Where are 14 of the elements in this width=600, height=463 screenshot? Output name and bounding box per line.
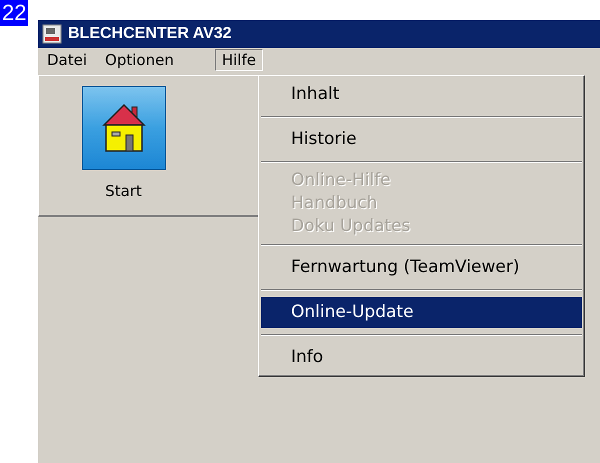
start-label: Start [105, 182, 142, 200]
house-icon [102, 103, 146, 153]
menu-item[interactable]: Info [261, 342, 582, 373]
menu-item[interactable]: Historie [261, 124, 582, 155]
menu-bar-item[interactable]: Hilfe [214, 49, 263, 71]
start-button[interactable] [82, 86, 166, 170]
menu-item[interactable]: Inhalt [261, 79, 582, 110]
step-badge: 22 [0, 0, 28, 26]
app-icon [42, 24, 62, 44]
menu-item[interactable]: Fernwartung (TeamViewer) [261, 252, 582, 283]
window-title: BLECHCENTER AV32 [68, 25, 232, 43]
menu-bar-item[interactable]: Datei [40, 49, 94, 71]
menu-bar-item[interactable]: Optionen [98, 49, 181, 71]
menu-item[interactable]: Online-Update [261, 297, 582, 328]
